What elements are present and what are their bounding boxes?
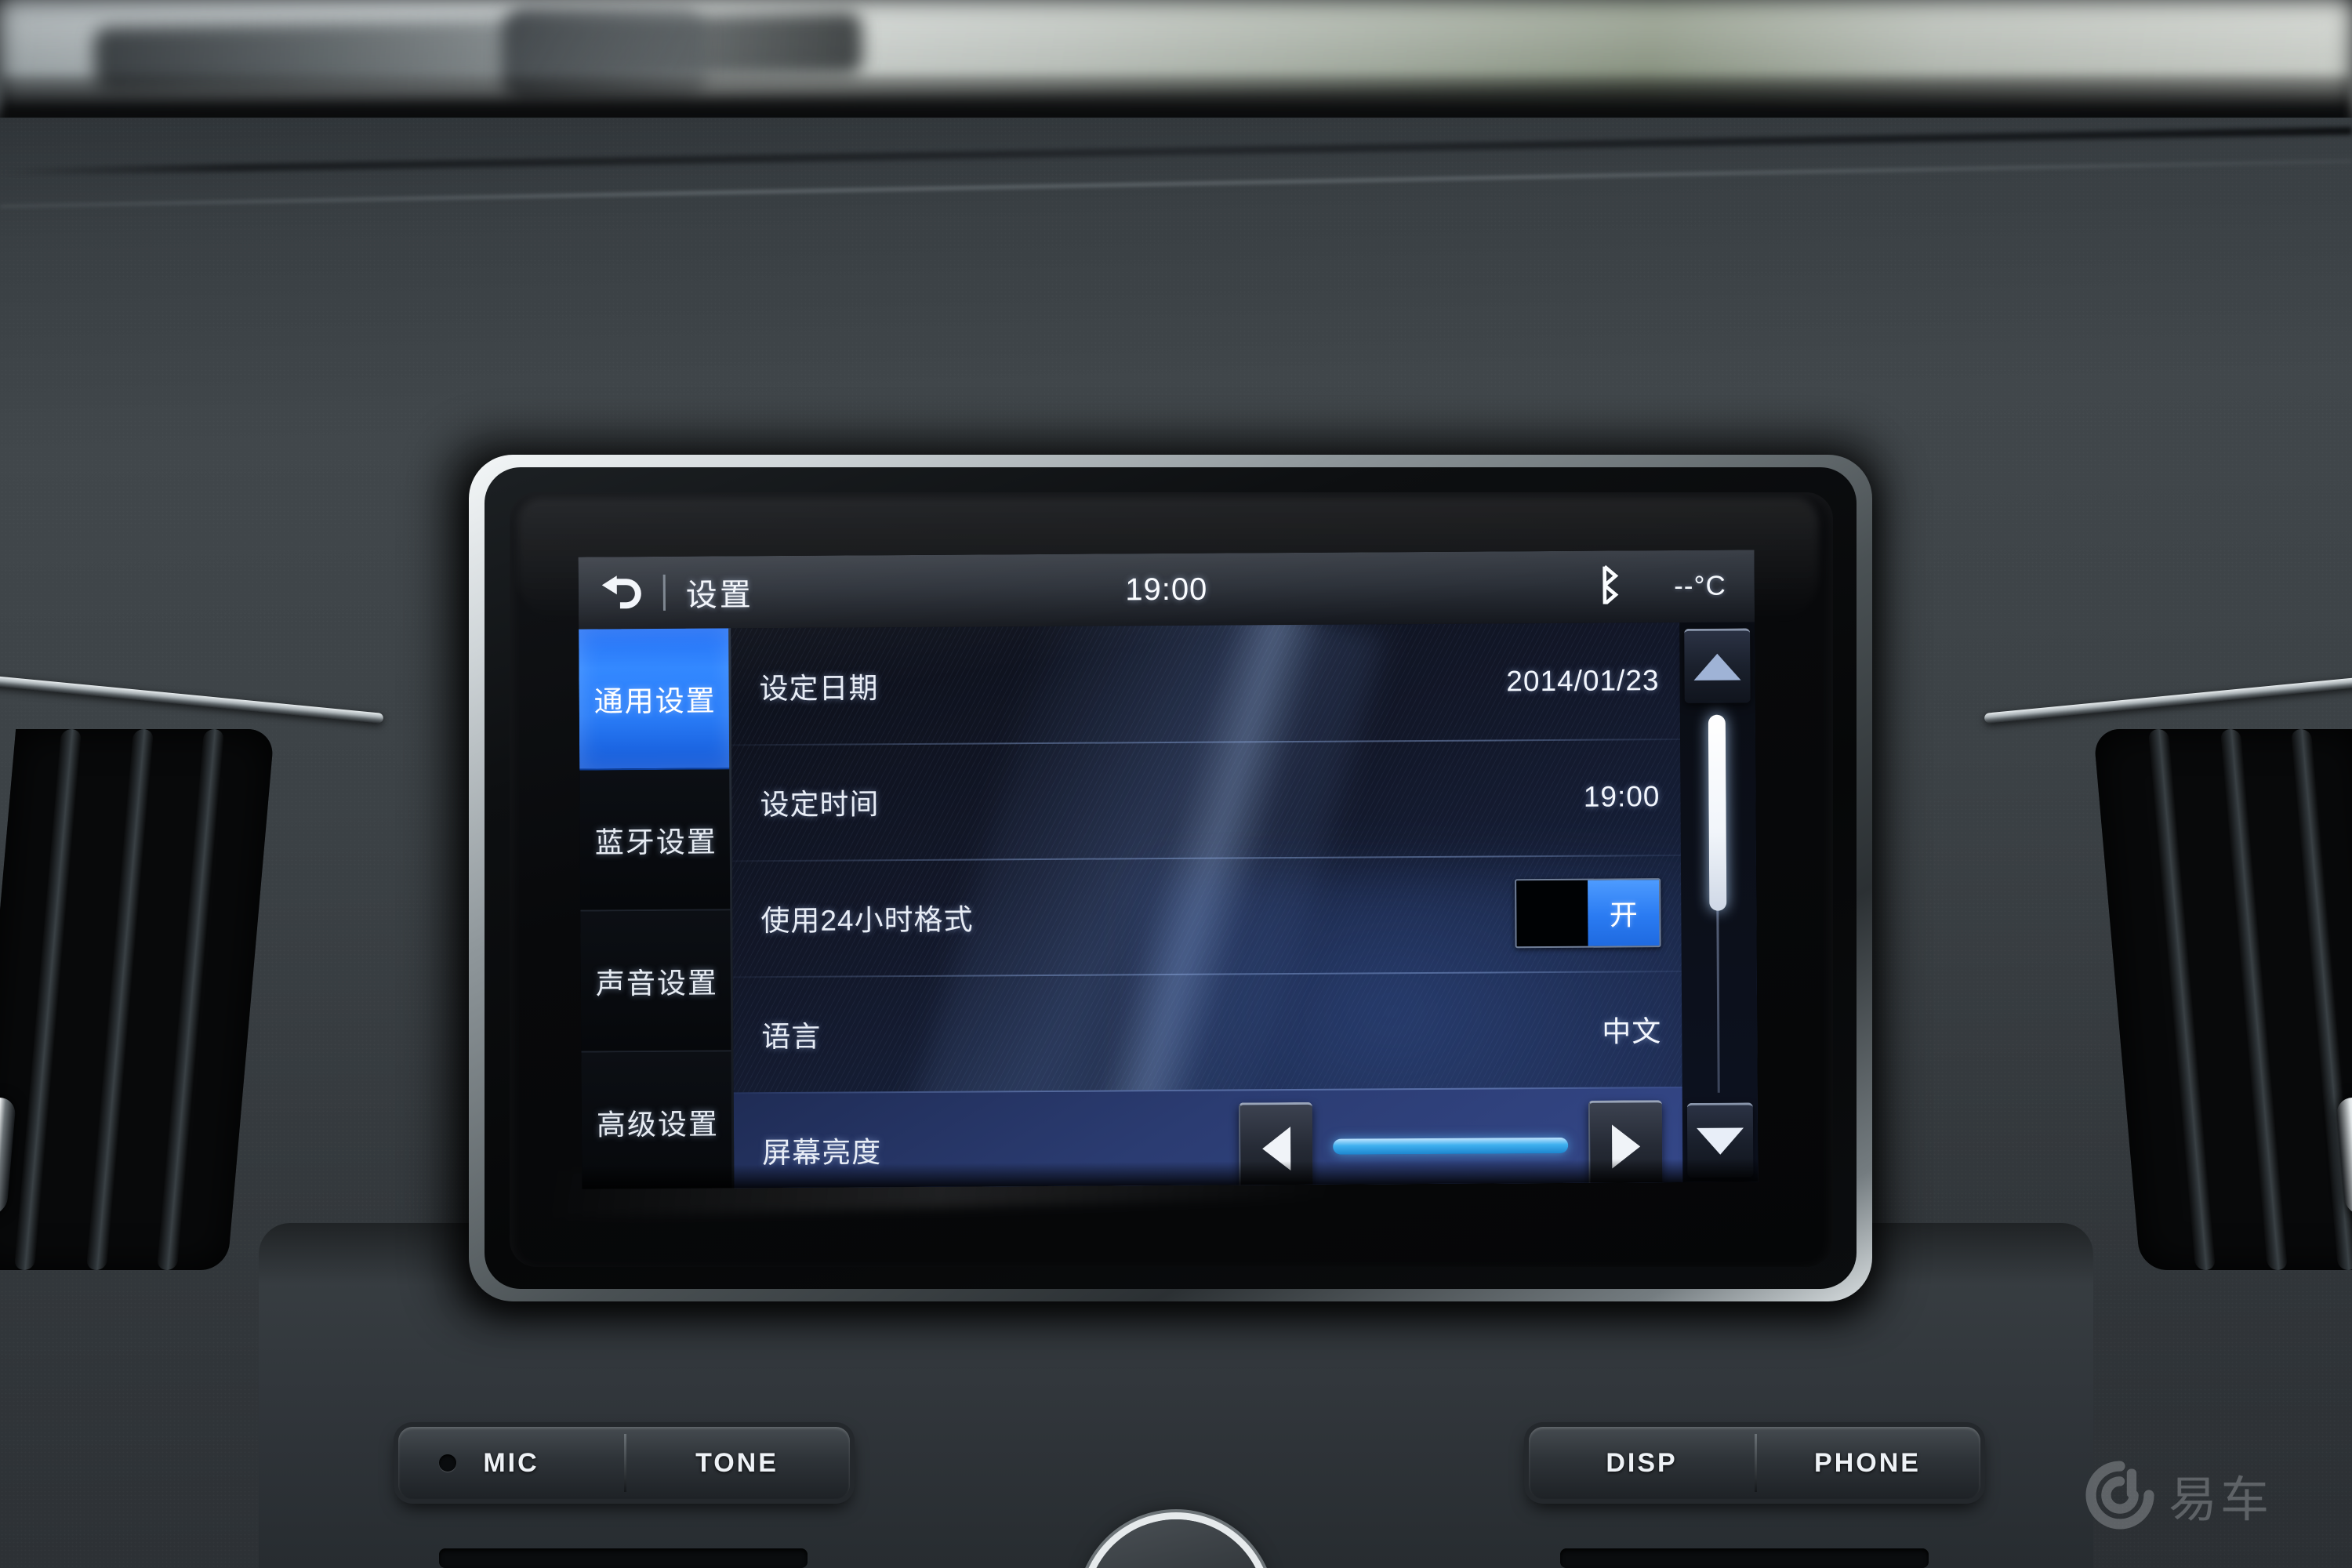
vent-slat — [85, 729, 154, 1270]
setting-value-time: 19:00 — [1583, 780, 1661, 813]
setting-value-language: 中文 — [1602, 1015, 1662, 1048]
setting-label-time: 设定时间 — [760, 788, 880, 822]
vent-slat — [2147, 729, 2216, 1270]
brightness-increase-button[interactable] — [1588, 1099, 1663, 1189]
setting-label-date: 设定日期 — [759, 672, 879, 706]
table-row[interactable]: 设定日期 2014/01/23 — [731, 622, 1680, 744]
setting-value-date: 2014/01/23 — [1506, 664, 1660, 698]
toggle-24-hour-format[interactable]: 开 — [1515, 878, 1661, 949]
scrollbar-thumb[interactable] — [1708, 714, 1727, 911]
air-vent-left[interactable] — [0, 729, 275, 1270]
outside-temperature: --°C — [1674, 570, 1726, 602]
screen-body: 通用设置 蓝牙设置 声音设置 高级设置 设定日期 2014/01/23 设定时间… — [579, 622, 1759, 1189]
mic-button-label: MIC — [483, 1447, 539, 1478]
triangle-left-icon — [1262, 1126, 1291, 1171]
lower-vent-slit-right — [1560, 1548, 1929, 1568]
phone-button[interactable]: PHONE — [1755, 1427, 1980, 1499]
scroll-up-button[interactable] — [1684, 628, 1751, 703]
lower-vent-slit-left — [439, 1548, 808, 1568]
settings-sidebar: 通用设置 蓝牙设置 声音设置 高级设置 — [579, 628, 735, 1189]
vent-adjust-knob[interactable] — [0, 1098, 17, 1215]
setting-label-24h: 使用24小时格式 — [760, 903, 974, 938]
table-row[interactable]: 设定时间 19:00 — [731, 739, 1681, 860]
table-row[interactable]: 屏幕亮度 — [733, 1086, 1683, 1189]
disp-button-label: DISP — [1606, 1447, 1678, 1478]
mic-button[interactable]: MIC — [398, 1427, 624, 1499]
status-right-group: --°C — [1597, 564, 1755, 609]
brightness-decrease-button[interactable] — [1238, 1102, 1313, 1189]
scroll-down-button[interactable] — [1686, 1102, 1754, 1178]
settings-scrollbar[interactable] — [1679, 622, 1759, 1182]
table-row[interactable]: 语言 中文 — [733, 971, 1682, 1092]
sidebar-item-advanced[interactable]: 高级设置 — [581, 1051, 735, 1189]
sidebar-item-sound[interactable]: 声音设置 — [580, 910, 734, 1053]
setting-label-language: 语言 — [761, 1020, 822, 1054]
settings-content: 设定日期 2014/01/23 设定时间 19:00 使用24小时格式 开 语言… — [731, 622, 1759, 1189]
bluetooth-icon — [1597, 564, 1624, 609]
tone-button[interactable]: TONE — [624, 1427, 850, 1499]
yiche-circle-logo-icon — [2085, 1461, 2154, 1530]
table-row[interactable]: 使用24小时格式 开 — [732, 855, 1682, 976]
car-interior-scene: 设置 19:00 --°C 通用设置 蓝牙设置 声音设置 高级设置 设定日期 2… — [0, 0, 2352, 1568]
brightness-slider[interactable] — [1333, 1137, 1569, 1155]
setting-label-brightness: 屏幕亮度 — [762, 1136, 882, 1170]
sidebar-item-label: 声音设置 — [595, 967, 719, 1000]
sidebar-item-label: 通用设置 — [593, 684, 717, 718]
infotainment-screen[interactable]: 设置 19:00 --°C 通用设置 蓝牙设置 声音设置 高级设置 设定日期 2… — [578, 550, 1759, 1189]
chevron-up-icon — [1693, 653, 1741, 681]
hardware-button-group-left: MIC TONE — [398, 1427, 850, 1499]
phone-button-label: PHONE — [1814, 1447, 1921, 1478]
chevron-down-icon — [1697, 1127, 1744, 1155]
triangle-right-icon — [1611, 1123, 1641, 1169]
status-clock: 19:00 — [1125, 572, 1208, 607]
brightness-control — [1238, 1099, 1663, 1189]
vent-slat — [156, 729, 225, 1270]
disp-button[interactable]: DISP — [1529, 1427, 1755, 1499]
vent-slat — [13, 729, 82, 1270]
watermark: 易车 — [2085, 1460, 2272, 1530]
toggle-on-half[interactable]: 开 — [1588, 880, 1660, 946]
settings-list: 设定日期 2014/01/23 设定时间 19:00 使用24小时格式 开 语言… — [731, 622, 1683, 1189]
vent-slat — [2220, 729, 2288, 1270]
watermark-text: 易车 — [2169, 1471, 2273, 1528]
tone-button-label: TONE — [695, 1447, 779, 1478]
microphone-hole-icon — [439, 1454, 456, 1472]
sidebar-item-bluetooth[interactable]: 蓝牙设置 — [579, 769, 733, 912]
sidebar-item-label: 高级设置 — [596, 1108, 720, 1142]
sidebar-item-label: 蓝牙设置 — [594, 826, 717, 859]
status-bar: 设置 19:00 --°C — [578, 550, 1755, 630]
hardware-button-group-right: DISP PHONE — [1529, 1427, 1980, 1499]
toggle-off-half[interactable] — [1516, 880, 1588, 947]
sidebar-item-general[interactable]: 通用设置 — [579, 628, 732, 771]
